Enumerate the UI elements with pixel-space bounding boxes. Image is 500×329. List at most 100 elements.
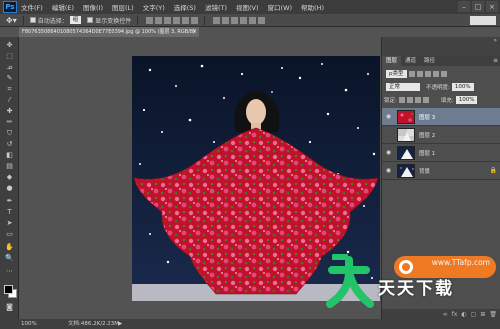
maximize-button[interactable]: □ [472,1,484,12]
filter-smart-object-icon[interactable] [440,71,447,77]
visibility-off-icon[interactable] [384,130,393,139]
visibility-eye-icon[interactable]: ◉ [384,112,393,121]
layer-thumbnail [397,145,415,160]
auto-select-dropdown[interactable]: 组 [69,16,82,24]
move-tool-icon[interactable]: ✥ [5,41,14,50]
clone-stamp-tool-icon[interactable]: ⛉ [5,129,14,138]
filter-type-icon[interactable] [424,71,431,77]
menu-edit[interactable]: 编辑(E) [52,2,74,12]
lock-all-icon[interactable] [422,97,429,103]
distribute-bottom-icon[interactable] [231,16,239,24]
workspace-switcher[interactable] [470,16,496,25]
visibility-eye-icon[interactable]: ◉ [384,148,393,157]
window-controls: – □ × [458,1,498,12]
zoom-tool-icon[interactable]: 🔍 [5,254,14,263]
blend-mode-dropdown[interactable]: 正常 [386,83,420,91]
distribute-top-icon[interactable] [213,16,221,24]
lock-label: 锁定: [384,98,397,104]
eyedropper-tool-icon[interactable]: ⁄ [5,96,14,105]
close-tab-icon[interactable]: × [192,27,197,37]
distribute-left-icon[interactable] [240,16,248,24]
gradient-tool-icon[interactable]: ▤ [5,162,14,171]
opacity-label: 不透明度: [426,85,450,91]
history-brush-tool-icon[interactable]: ↺ [5,140,14,149]
move-tool-icon[interactable]: ✥▾ [6,16,17,25]
tab-channels[interactable]: 通道 [401,56,420,66]
document-tab[interactable]: F807635086401080574364D0E77E0394.jpg @ 1… [19,27,199,37]
zoom-level[interactable]: 100% [21,319,37,329]
document-info[interactable]: 文档:486.2K/2.23M [68,319,119,329]
menu-bar: Ps 文件(F) 编辑(E) 图像(I) 图层(L) 文字(Y) 选择(S) 滤… [0,0,500,14]
filter-shape-icon[interactable] [432,71,439,77]
more-tools-icon[interactable]: ⋯ [5,267,14,276]
layer-kind-dropdown[interactable]: p类型 [386,70,407,78]
layer-name[interactable]: 图层 2 [419,131,435,139]
layer-row-background[interactable]: ◉ 背景 🔒 [382,162,500,180]
align-top-icon[interactable] [146,16,154,24]
opacity-input[interactable]: 100% [451,83,474,91]
dodge-tool-icon[interactable]: ● [5,184,14,193]
crop-tool-icon[interactable]: ⌗ [5,85,14,94]
align-left-icon[interactable] [173,16,181,24]
lock-pixels-icon[interactable] [406,97,413,103]
type-tool-icon[interactable]: T [5,208,14,217]
shape-tool-icon[interactable]: ▭ [5,230,14,239]
close-window-button[interactable]: × [486,1,498,12]
tab-layers[interactable]: 图层 [382,56,402,66]
menu-layer[interactable]: 图层(L) [112,2,134,12]
layer-row-2[interactable]: 图层 2 [382,126,500,144]
foreground-color-swatch[interactable] [4,285,13,294]
fill-input[interactable]: 100% [455,96,478,104]
healing-brush-tool-icon[interactable]: ✚ [5,107,14,116]
pen-tool-icon[interactable]: ✒ [5,197,14,206]
marquee-tool-icon[interactable]: ⬚ [5,52,14,61]
menu-window[interactable]: 窗口(W) [268,2,293,12]
align-bottom-icon[interactable] [164,16,172,24]
path-selection-tool-icon[interactable]: ➤ [5,219,14,228]
layer-name[interactable]: 背景 [419,167,430,175]
fill-label: 填充: [440,98,454,104]
align-right-icon[interactable] [191,16,199,24]
quick-mask-icon[interactable]: ◙ [5,303,14,312]
brush-tool-icon[interactable]: ✏ [5,118,14,127]
lasso-tool-icon[interactable]: ᓄ [5,63,14,72]
filter-adjustment-icon[interactable] [416,71,423,77]
collapse-panels-icon[interactable]: » [493,37,497,44]
photoshop-window: Ps 文件(F) 编辑(E) 图像(I) 图层(L) 文字(Y) 选择(S) 滤… [0,0,500,329]
filter-pixel-icon[interactable] [408,71,415,77]
visibility-eye-icon[interactable]: ◉ [384,166,393,175]
layer-thumbnail [397,109,415,124]
menu-filter[interactable]: 滤镜(T) [205,2,227,12]
blend-opacity-row: 正常 不透明度: 100% [384,82,474,92]
align-center-icon[interactable] [182,16,190,24]
auto-select-checkbox[interactable] [29,17,36,23]
menu-select[interactable]: 选择(S) [174,2,196,12]
menu-type[interactable]: 文字(Y) [143,2,165,12]
panel-menu-icon[interactable]: ≡ [493,56,498,66]
quick-select-tool-icon[interactable]: ✎ [5,74,14,83]
distribute-right-icon[interactable] [258,16,266,24]
menu-file[interactable]: 文件(F) [21,2,43,12]
blur-tool-icon[interactable]: ◆ [5,173,14,182]
watermark-logo: www.TTafp.com 天天下载 [326,252,500,329]
status-menu-arrow-icon[interactable]: ▶ [118,319,122,329]
menu-view[interactable]: 视图(V) [236,2,259,12]
layer-row-1[interactable]: ◉ 图层 1 [382,144,500,162]
layer-name[interactable]: 图层 3 [419,113,435,121]
hand-tool-icon[interactable]: ✋ [5,243,14,252]
watermark-url: www.TTafp.com [431,258,490,267]
tab-paths[interactable]: 路径 [420,56,439,66]
layer-name[interactable]: 图层 1 [419,149,435,157]
distribute-middle-icon[interactable] [222,16,230,24]
minimize-button[interactable]: – [458,1,470,12]
lock-position-icon[interactable] [414,97,421,103]
lock-transparency-icon[interactable] [398,97,405,103]
layer-row-3[interactable]: ◉ 图层 3 [382,108,500,126]
document-tab-title: F807635086401080574364D0E77E0394.jpg @ 1… [22,29,196,35]
distribute-center-icon[interactable] [249,16,257,24]
show-transform-checkbox[interactable] [87,17,94,23]
eraser-tool-icon[interactable]: ◧ [5,151,14,160]
align-middle-icon[interactable] [155,16,163,24]
menu-help[interactable]: 帮助(H) [301,2,324,12]
menu-image[interactable]: 图像(I) [83,2,103,12]
